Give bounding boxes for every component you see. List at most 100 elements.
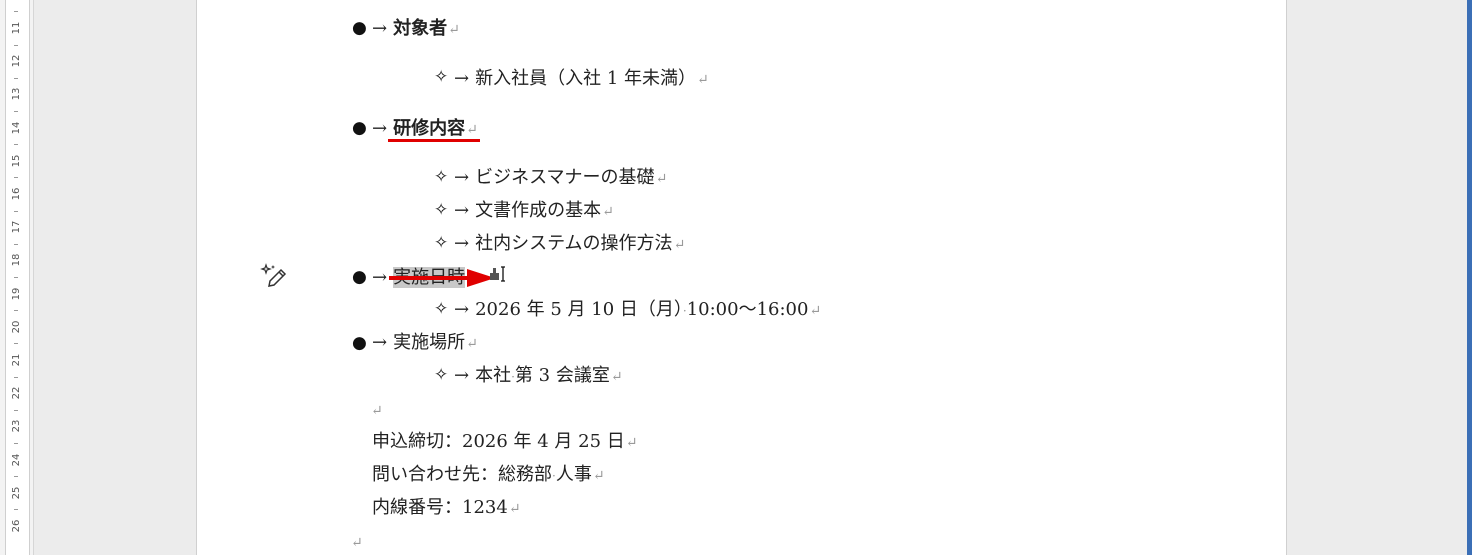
list-item-text: ビジネスマナーの基礎 — [475, 167, 655, 188]
tab-arrow: → — [372, 332, 388, 353]
paragraph-mark: ↵ — [351, 535, 363, 551]
heading-content-text: 研修内容 — [393, 118, 466, 139]
list-item[interactable]: → ビジネスマナーの基礎↵ — [454, 166, 667, 191]
list-item[interactable]: → 本社·第 3 会議室↵ — [454, 364, 623, 389]
contact-text-a: 問い合わせ先：総務部 — [372, 464, 552, 485]
list-item-text: 新入社員（入社 1 年未満） — [475, 68, 696, 89]
ruler-tick — [14, 210, 18, 212]
ruler-number: 13 — [11, 88, 22, 101]
bullet-diamond: ✧ — [434, 200, 449, 220]
ruler-tick — [14, 310, 18, 312]
ruler-number: 24 — [11, 453, 22, 466]
ruler-tick — [14, 177, 18, 179]
format-painter-cursor-icon — [490, 266, 505, 282]
red-underline-annotation — [388, 139, 480, 142]
list-item-text: 社内システムの操作方法 — [475, 233, 673, 254]
ruler-number: 15 — [11, 154, 22, 168]
paragraph-mark: ↵ — [655, 171, 668, 187]
paragraph-mark: ↵ — [673, 237, 686, 253]
bullet-diamond: ✧ — [434, 299, 449, 319]
deadline-line[interactable]: 申込締切：2026 年 4 月 25 日↵ — [372, 430, 638, 455]
ruler-tick — [14, 376, 18, 378]
paragraph-mark: ↵ — [371, 403, 383, 419]
tab-arrow: → — [372, 18, 388, 39]
heading-place-text: 実施場所 — [393, 332, 466, 353]
list-item[interactable]: → 社内システムの操作方法↵ — [454, 232, 685, 257]
tab-arrow: → — [372, 118, 388, 139]
list-item[interactable]: → 2026 年 5 月 10 日（月）·10:00～16:00↵ — [454, 298, 821, 323]
contact-line[interactable]: 問い合わせ先：総務部·人事↵ — [372, 463, 605, 488]
tab-arrow: → — [454, 68, 470, 89]
vertical-ruler: 11 12 13 14 15 16 17 18 19 20 21 22 23 24 25 26 — [0, 0, 34, 555]
ruler-number: 25 — [11, 486, 22, 500]
ruler-number: 11 — [11, 21, 22, 35]
ruler-number: 22 — [11, 386, 22, 400]
end-paragraph[interactable]: ↵ — [350, 530, 363, 555]
ruler-tick — [14, 77, 18, 79]
ruler-tick — [14, 343, 18, 345]
bullet-dot: ● — [352, 267, 367, 287]
bullet-diamond: ✧ — [434, 167, 449, 187]
ruler-tick — [14, 111, 18, 112]
bullet-dot: ● — [352, 333, 367, 353]
ruler-number: 20 — [11, 320, 22, 334]
bullet-diamond: ✧ — [434, 233, 449, 253]
bullet-dot: ● — [352, 118, 367, 138]
tab-arrow: → — [454, 200, 470, 221]
time-text: 10:00～16:00 — [686, 299, 809, 320]
extension-line[interactable]: 内線番号：1234↵ — [372, 496, 521, 521]
heading-target[interactable]: → 対象者↵ — [372, 17, 460, 42]
ruler-tick — [14, 509, 18, 511]
tab-arrow: → — [372, 267, 388, 288]
ruler-tick — [14, 277, 18, 278]
paragraph-mark: ↵ — [602, 204, 614, 220]
ruler-tick — [14, 144, 18, 146]
contact-text-b: 人事 — [555, 464, 592, 485]
paragraph-mark: ↵ — [448, 22, 460, 38]
list-item-text: 文書作成の基本 — [475, 200, 602, 221]
ruler-number: 14 — [11, 121, 22, 134]
paragraph-mark: ↵ — [610, 369, 623, 385]
list-item[interactable]: → 文書作成の基本↵ — [454, 199, 614, 224]
ruler-number: 19 — [11, 287, 22, 300]
tab-arrow: → — [454, 299, 470, 320]
paragraph-mark: ↵ — [625, 435, 638, 451]
empty-paragraph[interactable]: ↵ — [370, 398, 383, 423]
paragraph-mark: ↵ — [466, 336, 478, 352]
paragraph-mark: ↵ — [697, 72, 709, 88]
paragraph-mark: ↵ — [508, 501, 521, 517]
place-text-a: 本社 — [475, 365, 512, 386]
heading-place[interactable]: → 実施場所↵ — [372, 331, 478, 356]
scrollbar-edge[interactable] — [1467, 0, 1472, 555]
ruler-number: 21 — [11, 353, 22, 367]
extension-text: 内線番号：1234 — [372, 497, 508, 518]
paragraph-mark: ↵ — [592, 468, 605, 484]
sparkle-pen-icon[interactable] — [260, 262, 288, 290]
tab-arrow: → — [454, 233, 470, 254]
bullet-dot: ● — [352, 18, 367, 38]
heading-target-text: 対象者 — [393, 18, 448, 39]
red-arrow-annotation — [389, 269, 495, 287]
bullet-diamond: ✧ — [434, 365, 449, 385]
ruler-number: 23 — [11, 420, 22, 433]
tab-arrow: → — [454, 365, 470, 386]
tab-arrow: → — [454, 167, 470, 188]
ruler-tick — [14, 243, 18, 245]
ruler-tick — [14, 44, 18, 46]
list-item[interactable]: → 新入社員（入社 1 年未満）↵ — [454, 67, 709, 92]
ruler-tick — [14, 443, 18, 444]
ruler-number: 16 — [11, 187, 22, 201]
ruler-number: 17 — [11, 220, 22, 234]
paragraph-mark: ↵ — [809, 303, 822, 319]
deadline-text: 申込締切：2026 年 4 月 25 日 — [372, 431, 625, 452]
place-text-b: 第 3 会議室 — [514, 365, 610, 386]
bullet-diamond: ✧ — [434, 67, 449, 87]
ruler-tick — [14, 11, 18, 13]
date-text: 2026 年 5 月 10 日（月） — [475, 299, 683, 320]
page-margin-left — [34, 0, 196, 555]
ruler-number: 26 — [11, 519, 22, 533]
ruler-tick — [14, 476, 18, 478]
ruler-number: 12 — [11, 54, 22, 68]
paragraph-mark: ↵ — [466, 122, 478, 138]
ruler-number: 18 — [11, 254, 22, 267]
